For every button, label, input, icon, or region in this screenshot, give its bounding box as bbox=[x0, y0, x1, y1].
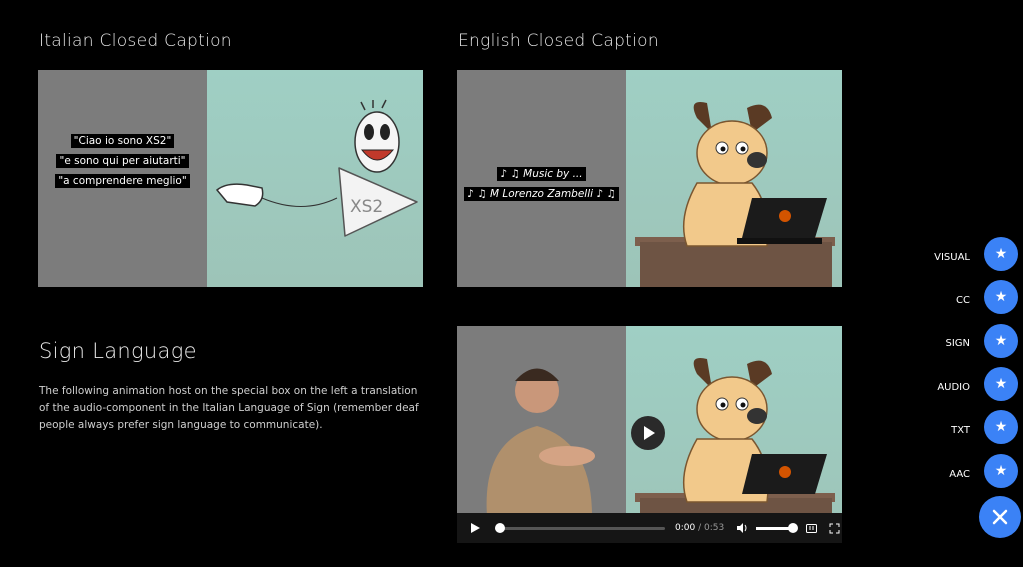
caption-line: ♪ ♫ Music by ... bbox=[497, 167, 586, 181]
menu-label-audio: AUDIO bbox=[937, 382, 970, 393]
captions-icon[interactable] bbox=[806, 523, 818, 534]
star-icon: ★ bbox=[994, 419, 1008, 435]
sign-language-video[interactable]: 0:00 / 0:53 bbox=[457, 326, 842, 543]
play-icon[interactable] bbox=[469, 522, 481, 534]
star-icon: ★ bbox=[994, 246, 1008, 262]
big-play-button[interactable] bbox=[631, 416, 665, 450]
sign-language-description: The following animation host on the spec… bbox=[39, 385, 419, 431]
xs2-mascot-illustration: XS2 bbox=[215, 99, 418, 237]
video-controls: 0:00 / 0:53 bbox=[457, 513, 842, 543]
sign-language-title: Sign Language bbox=[39, 339, 197, 363]
animation-area: XS2 bbox=[207, 70, 423, 287]
duration: 0:53 bbox=[704, 523, 725, 533]
sign-language-interpreter bbox=[486, 368, 595, 516]
progress-thumb[interactable] bbox=[495, 522, 505, 533]
dog-laptop-illustration bbox=[682, 358, 827, 503]
italian-captions: "Ciao io sono XS2" "e sono qui per aiuta… bbox=[38, 134, 207, 188]
aac-button[interactable]: ★ bbox=[984, 454, 1018, 488]
english-video[interactable]: ♪ ♫ Music by ... ♪ ♫ M Lorenzo Zambelli … bbox=[457, 70, 842, 287]
time-display: 0:00 / 0:53 bbox=[675, 523, 724, 533]
menu-label-aac: AAC bbox=[949, 469, 970, 480]
fullscreen-icon[interactable] bbox=[829, 523, 840, 534]
sign-button[interactable]: ★ bbox=[984, 324, 1018, 358]
volume-thumb[interactable] bbox=[788, 522, 799, 533]
current-time: 0:00 bbox=[675, 523, 696, 533]
txt-button[interactable]: ★ bbox=[984, 410, 1018, 444]
xs2-logo-text: XS2 bbox=[350, 197, 383, 217]
desk bbox=[640, 242, 832, 287]
dog-laptop-illustration bbox=[682, 102, 827, 247]
star-icon: ★ bbox=[994, 333, 1008, 349]
star-icon: ★ bbox=[994, 289, 1008, 305]
play-icon bbox=[644, 426, 655, 440]
italian-video[interactable]: XS2 "Ciao io sono XS2" "e sono qui per a… bbox=[38, 70, 423, 287]
visual-button[interactable]: ★ bbox=[984, 237, 1018, 271]
menu-label-cc: CC bbox=[956, 295, 970, 306]
caption-line: "e sono qui per aiutarti" bbox=[56, 154, 189, 168]
caption-line: ♪ ♫ M Lorenzo Zambelli ♪ ♫ bbox=[464, 187, 619, 201]
close-icon bbox=[992, 509, 1008, 525]
italian-cc-title: Italian Closed Caption bbox=[39, 31, 232, 51]
cc-button[interactable]: ★ bbox=[984, 280, 1018, 314]
caption-line: "a comprendere meglio" bbox=[55, 174, 190, 188]
caption-line: "Ciao io sono XS2" bbox=[70, 134, 175, 148]
english-cc-title: English Closed Caption bbox=[458, 31, 659, 51]
audio-button[interactable]: ★ bbox=[984, 367, 1018, 401]
close-menu-button[interactable] bbox=[979, 496, 1021, 538]
volume-icon[interactable] bbox=[736, 522, 748, 534]
star-icon: ★ bbox=[994, 376, 1008, 392]
menu-label-sign: SIGN bbox=[945, 338, 970, 349]
english-captions: ♪ ♫ Music by ... ♪ ♫ M Lorenzo Zambelli … bbox=[457, 167, 626, 201]
menu-label-txt: TXT bbox=[951, 425, 970, 436]
time-separator: / bbox=[698, 523, 702, 533]
menu-label-visual: VISUAL bbox=[934, 252, 970, 263]
star-icon: ★ bbox=[994, 463, 1008, 479]
progress-bar[interactable] bbox=[495, 522, 665, 533]
volume-slider[interactable] bbox=[756, 522, 799, 533]
